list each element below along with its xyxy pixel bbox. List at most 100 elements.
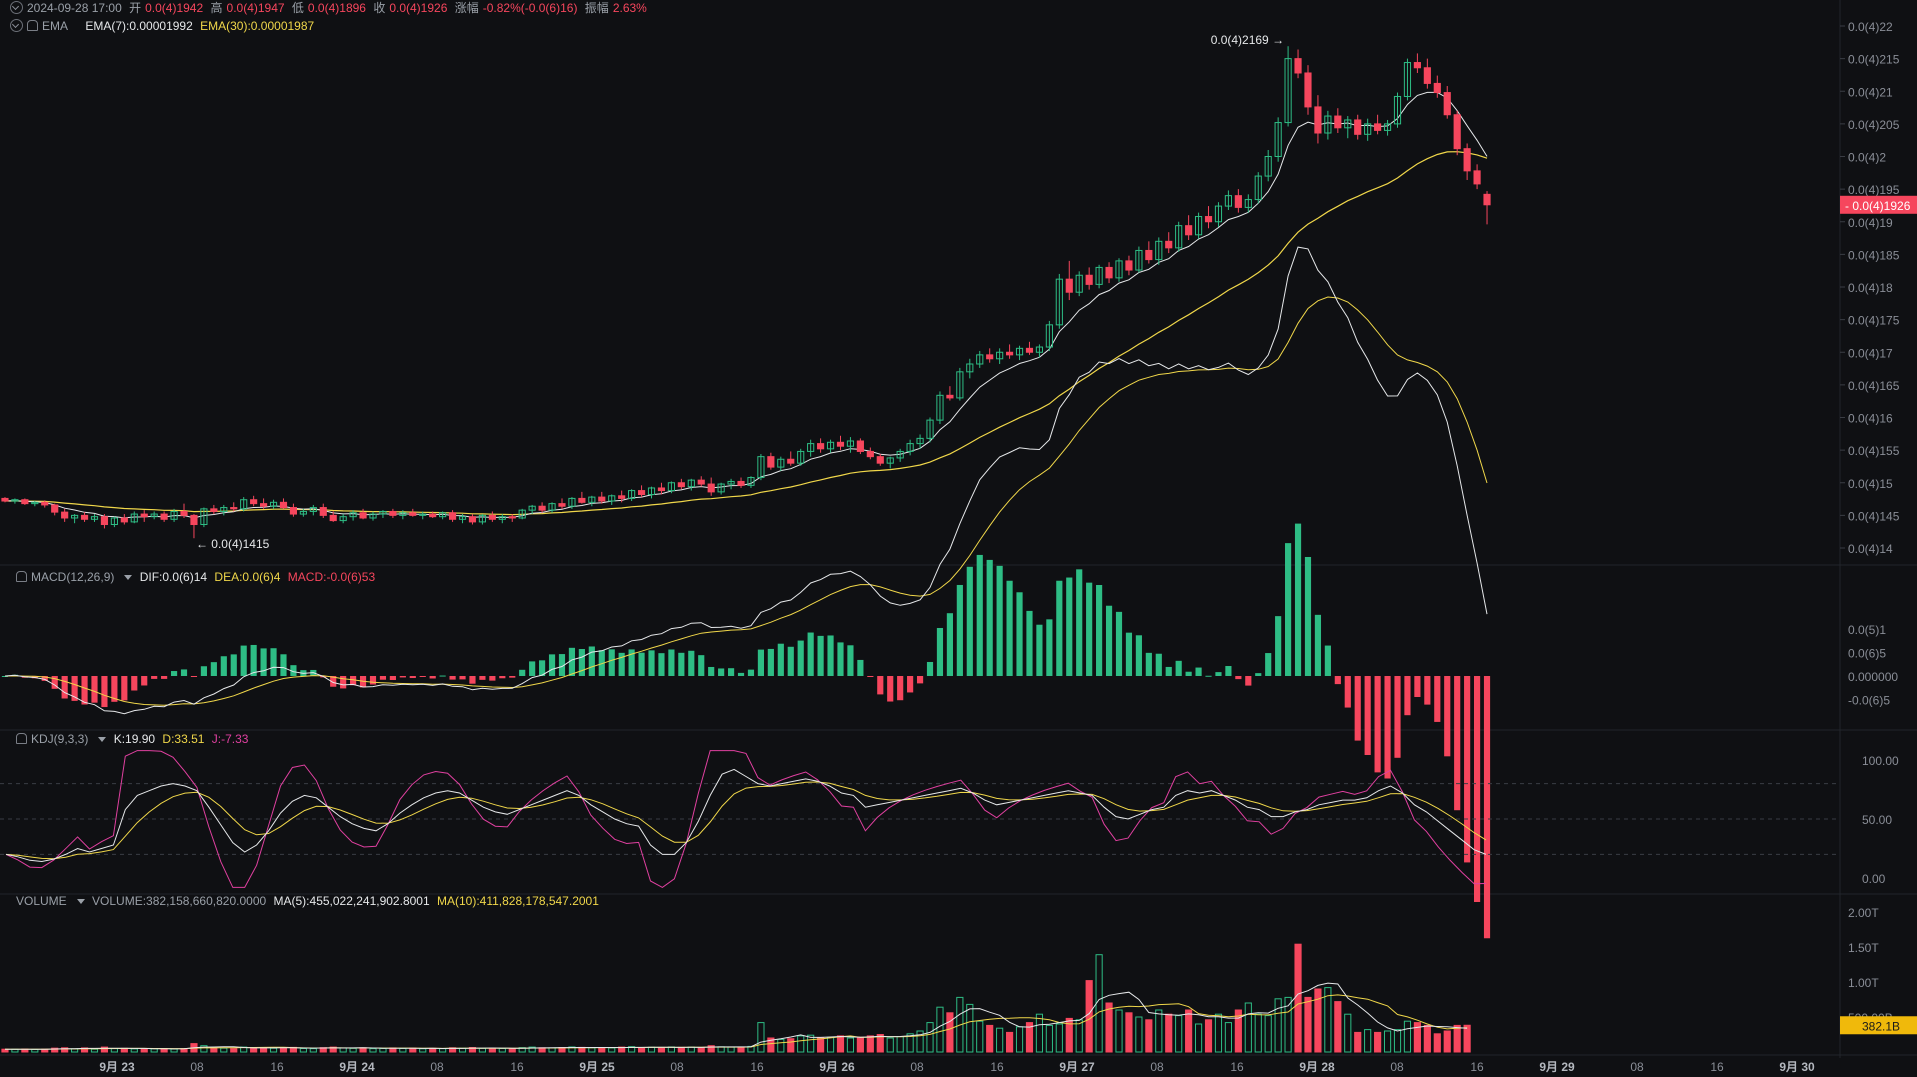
macd-bar bbox=[1454, 676, 1461, 811]
price-tick-label: 0.0(4)19 bbox=[1848, 216, 1893, 230]
candle-body[interactable] bbox=[1463, 148, 1471, 172]
candle-body[interactable] bbox=[1125, 260, 1133, 271]
time-tick-label: 16 bbox=[990, 1060, 1004, 1074]
candle-body[interactable] bbox=[508, 516, 516, 519]
collapse-icon[interactable] bbox=[10, 19, 23, 32]
candle-body[interactable] bbox=[260, 503, 268, 507]
candle-body[interactable] bbox=[429, 513, 437, 518]
candle-body[interactable] bbox=[707, 483, 715, 493]
candle-body[interactable] bbox=[1423, 67, 1431, 84]
candle-body[interactable] bbox=[1413, 62, 1421, 69]
candle-body[interactable] bbox=[468, 516, 477, 523]
candle-body[interactable] bbox=[319, 507, 327, 516]
candle-body[interactable] bbox=[1374, 123, 1382, 131]
candle-body[interactable] bbox=[1065, 278, 1073, 293]
candle-body[interactable] bbox=[677, 482, 685, 488]
candle-body[interactable] bbox=[190, 514, 198, 526]
candle-body[interactable] bbox=[618, 495, 626, 499]
candle-body[interactable] bbox=[1165, 240, 1173, 249]
candle-body[interactable] bbox=[409, 512, 417, 516]
candle-body[interactable] bbox=[637, 490, 646, 495]
macd-bar bbox=[777, 643, 784, 676]
candle-body[interactable] bbox=[1, 497, 9, 502]
candle-body[interactable] bbox=[329, 514, 337, 522]
candle-body[interactable] bbox=[41, 501, 49, 506]
dropdown-caret-icon[interactable] bbox=[98, 737, 107, 742]
volume-bar bbox=[299, 1048, 307, 1053]
candle-body[interactable] bbox=[558, 503, 566, 507]
candle-body[interactable] bbox=[598, 496, 606, 502]
volume-bar bbox=[359, 1047, 367, 1053]
candlesticks[interactable] bbox=[1, 46, 1491, 539]
candle-body[interactable] bbox=[1314, 106, 1322, 134]
candle-body[interactable] bbox=[1473, 170, 1481, 185]
candle-body[interactable] bbox=[836, 441, 845, 447]
candle-body[interactable] bbox=[160, 513, 168, 520]
dropdown-caret-icon[interactable] bbox=[76, 899, 85, 904]
macd-bar bbox=[220, 656, 227, 676]
candle-body[interactable] bbox=[1185, 225, 1193, 236]
candle-body[interactable] bbox=[1443, 92, 1451, 116]
candle-body[interactable] bbox=[1145, 249, 1153, 261]
candle-body[interactable] bbox=[737, 480, 745, 486]
candle-body[interactable] bbox=[866, 450, 874, 458]
candle-body[interactable] bbox=[986, 354, 994, 360]
candle-body[interactable] bbox=[488, 514, 496, 520]
alert-bell-icon[interactable] bbox=[27, 20, 38, 31]
candle-body[interactable] bbox=[1304, 72, 1312, 108]
candle-body[interactable] bbox=[817, 443, 825, 450]
candle-body[interactable] bbox=[578, 497, 586, 503]
candle-body[interactable] bbox=[1483, 193, 1491, 206]
candle-body[interactable] bbox=[210, 508, 218, 512]
candle-body[interactable] bbox=[1085, 274, 1093, 285]
candle-body[interactable] bbox=[448, 512, 457, 520]
candle-body[interactable] bbox=[279, 501, 288, 509]
candle-body[interactable] bbox=[856, 440, 864, 452]
candle-body[interactable] bbox=[1294, 58, 1302, 74]
alert-bell-icon[interactable] bbox=[16, 571, 27, 582]
time-tick-label: 08 bbox=[1390, 1060, 1404, 1074]
candle-body[interactable] bbox=[946, 394, 954, 399]
candle-body[interactable] bbox=[359, 512, 367, 519]
candle-body[interactable] bbox=[140, 513, 148, 518]
candle-body[interactable] bbox=[538, 505, 546, 511]
candle-body[interactable] bbox=[1204, 216, 1213, 223]
candle-body[interactable] bbox=[80, 514, 89, 520]
candle-body[interactable] bbox=[787, 458, 795, 464]
candle-body[interactable] bbox=[1334, 115, 1342, 129]
candle-body[interactable] bbox=[1234, 195, 1242, 208]
trading-chart[interactable]: 0.0(4)2169 →← 0.0(4)1415 0.0(5)10.0(6)50… bbox=[0, 0, 1917, 1077]
candle-body[interactable] bbox=[180, 510, 188, 516]
volume-bar bbox=[737, 1046, 745, 1053]
candle-body[interactable] bbox=[1354, 119, 1362, 135]
candle-body[interactable] bbox=[100, 516, 109, 526]
price-tick-label: 0.0(4)15 bbox=[1848, 477, 1893, 491]
candle-body[interactable] bbox=[250, 499, 258, 505]
candle-body[interactable] bbox=[697, 479, 705, 485]
candle-body[interactable] bbox=[1105, 266, 1113, 279]
collapse-icon[interactable] bbox=[10, 1, 23, 14]
candle-body[interactable] bbox=[1006, 351, 1014, 356]
candle-body[interactable] bbox=[657, 487, 666, 492]
candle-body[interactable] bbox=[1453, 114, 1461, 150]
macd-bar bbox=[1344, 676, 1351, 708]
candle-body[interactable] bbox=[389, 510, 397, 516]
candle-body[interactable] bbox=[120, 517, 128, 523]
candle-body[interactable] bbox=[61, 511, 69, 519]
candle-body[interactable] bbox=[1433, 82, 1441, 94]
price-tick-label: 0.0(4)16 bbox=[1848, 412, 1893, 426]
time-tick-label: 16 bbox=[750, 1060, 764, 1074]
macd-bar bbox=[1294, 523, 1302, 676]
alert-bell-icon[interactable] bbox=[16, 733, 27, 744]
volume-bar bbox=[787, 1038, 795, 1053]
candle-body[interactable] bbox=[21, 499, 29, 505]
candle-body[interactable] bbox=[876, 456, 884, 464]
candle-body[interactable] bbox=[289, 507, 298, 515]
macd-bar bbox=[1314, 614, 1322, 676]
macd-bar bbox=[837, 642, 844, 676]
dropdown-caret-icon[interactable] bbox=[124, 575, 133, 580]
candle-body[interactable] bbox=[51, 504, 59, 513]
candle-body[interactable] bbox=[1025, 347, 1034, 353]
candle-body[interactable] bbox=[230, 507, 238, 510]
candle-body[interactable] bbox=[767, 456, 775, 468]
